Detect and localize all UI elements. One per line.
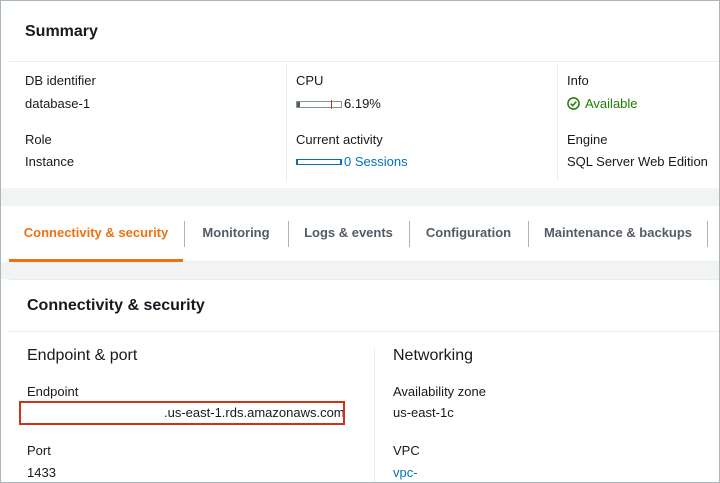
connectivity-header-divider (9, 331, 719, 332)
tab-configuration[interactable]: Configuration (410, 206, 527, 260)
availability-zone-value: us-east-1c (393, 405, 454, 420)
summary-col-separator-2 (557, 63, 558, 181)
tab-connectivity-security[interactable]: Connectivity & security (9, 206, 183, 260)
tab-bar: Connectivity & security Monitoring Logs … (9, 206, 719, 262)
summary-panel: Summary DB identifier database-1 Role In… (9, 1, 719, 188)
sessions-link[interactable]: 0 Sessions (344, 154, 408, 169)
check-circle-icon (567, 97, 580, 113)
port-label: Port (27, 443, 51, 458)
engine-label: Engine (567, 132, 608, 147)
page-frame: Summary DB identifier database-1 Role In… (0, 0, 720, 483)
endpoint-port-heading: Endpoint & port (27, 347, 138, 364)
cpu-meter-fill (297, 102, 300, 107)
connectivity-panel: Connectivity & security Endpoint & port … (9, 279, 719, 482)
info-label: Info (567, 73, 589, 88)
availability-zone-label: Availability zone (393, 384, 486, 399)
panel-gap (1, 188, 719, 206)
panel-gap (1, 262, 719, 279)
summary-col-separator-1 (286, 63, 287, 181)
tab-logs-events[interactable]: Logs & events (289, 206, 408, 260)
summary-title: Summary (25, 23, 98, 40)
engine-value: SQL Server Web Edition (567, 154, 708, 169)
info-status: Available (567, 96, 638, 113)
role-value: Instance (25, 154, 75, 169)
tab-monitoring[interactable]: Monitoring (185, 206, 287, 260)
cpu-meter-threshold (331, 100, 332, 109)
info-status-text: Available (585, 96, 638, 111)
tab-maintenance-backups[interactable]: Maintenance & backups (529, 206, 707, 260)
cpu-label: CPU (296, 73, 324, 88)
connectivity-col-separator (374, 348, 375, 482)
db-identifier-value: database-1 (25, 96, 91, 111)
port-value: 1433 (27, 465, 56, 480)
vpc-link[interactable]: vpc- (393, 465, 418, 480)
endpoint-highlight-box (19, 401, 345, 425)
current-activity-label: Current activity (296, 132, 383, 147)
endpoint-label: Endpoint (27, 384, 79, 399)
role-label: Role (25, 132, 52, 147)
networking-heading: Networking (393, 347, 474, 364)
cpu-meter (296, 100, 342, 109)
summary-header-divider (9, 61, 719, 62)
tab-separator (707, 221, 708, 247)
cpu-value: 6.19% (344, 96, 381, 111)
vpc-label: VPC (393, 443, 420, 458)
sessions-meter (296, 159, 342, 165)
connectivity-title: Connectivity & security (27, 297, 205, 314)
db-identifier-label: DB identifier (25, 73, 96, 88)
